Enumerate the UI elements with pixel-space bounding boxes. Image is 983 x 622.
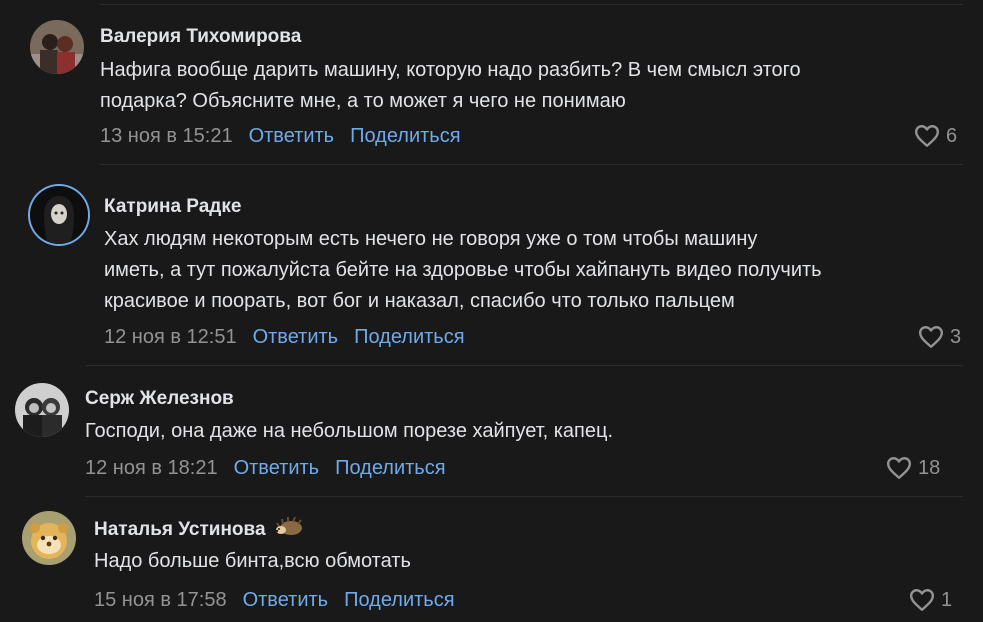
- comment-text: Господи, она даже на небольшом порезе ха…: [85, 420, 614, 442]
- comment-author[interactable]: Серж Железнов: [85, 388, 234, 410]
- comment-meta: 12 ноя в 18:21 Ответить Поделиться: [85, 457, 462, 480]
- divider: [85, 496, 963, 497]
- share-button[interactable]: Поделиться: [344, 589, 454, 612]
- comment-text: Надо больше бинта,всю обмотать: [94, 550, 411, 572]
- comment-date[interactable]: 13 ноя в 15:21: [100, 125, 233, 148]
- comment-meta: 12 ноя в 12:51 Ответить Поделиться: [104, 326, 481, 349]
- reply-button[interactable]: Ответить: [249, 125, 335, 148]
- heart-outline-icon: [886, 457, 912, 479]
- share-button[interactable]: Поделиться: [354, 326, 464, 349]
- reply-button[interactable]: Ответить: [234, 457, 320, 480]
- divider: [86, 365, 963, 366]
- comment-author[interactable]: Наталья Устинова: [94, 516, 304, 543]
- like-count: 3: [950, 325, 962, 348]
- comment-author[interactable]: Катрина Радке: [104, 196, 241, 218]
- avatar[interactable]: [30, 186, 88, 244]
- like-button[interactable]: 1: [909, 588, 952, 612]
- heart-outline-icon: [914, 125, 940, 147]
- heart-outline-icon: [918, 326, 944, 348]
- avatar[interactable]: [30, 20, 84, 74]
- reply-button[interactable]: Ответить: [243, 589, 329, 612]
- comment-text: Хах людям некоторым есть нечего не говор…: [104, 228, 822, 312]
- comment-date[interactable]: 12 ноя в 18:21: [85, 457, 218, 480]
- like-count: 1: [941, 588, 953, 611]
- like-count: 18: [918, 456, 941, 479]
- share-button[interactable]: Поделиться: [350, 125, 460, 148]
- divider: [100, 164, 963, 165]
- comment-text: Нафига вообще дарить машину, которую над…: [100, 59, 801, 112]
- like-button[interactable]: 6: [914, 124, 957, 148]
- share-button[interactable]: Поделиться: [335, 457, 445, 480]
- comment-meta: 13 ноя в 15:21 Ответить Поделиться: [100, 125, 477, 148]
- comment-author[interactable]: Валерия Тихомирова: [100, 26, 301, 48]
- avatar[interactable]: [22, 511, 76, 565]
- like-button[interactable]: 3: [918, 325, 961, 349]
- divider: [100, 4, 963, 5]
- hedgehog-emoji-icon: [274, 516, 304, 543]
- avatar[interactable]: [15, 383, 69, 437]
- comments-feed: Валерия Тихомирова Нафига вообще дарить …: [0, 0, 983, 622]
- like-count: 6: [946, 124, 958, 147]
- reply-button[interactable]: Ответить: [253, 326, 339, 349]
- comment-date[interactable]: 15 ноя в 17:58: [94, 589, 227, 612]
- heart-outline-icon: [909, 589, 935, 611]
- like-button[interactable]: 18: [886, 456, 940, 480]
- comment-date[interactable]: 12 ноя в 12:51: [104, 326, 237, 349]
- comment-meta: 15 ноя в 17:58 Ответить Поделиться: [94, 589, 471, 612]
